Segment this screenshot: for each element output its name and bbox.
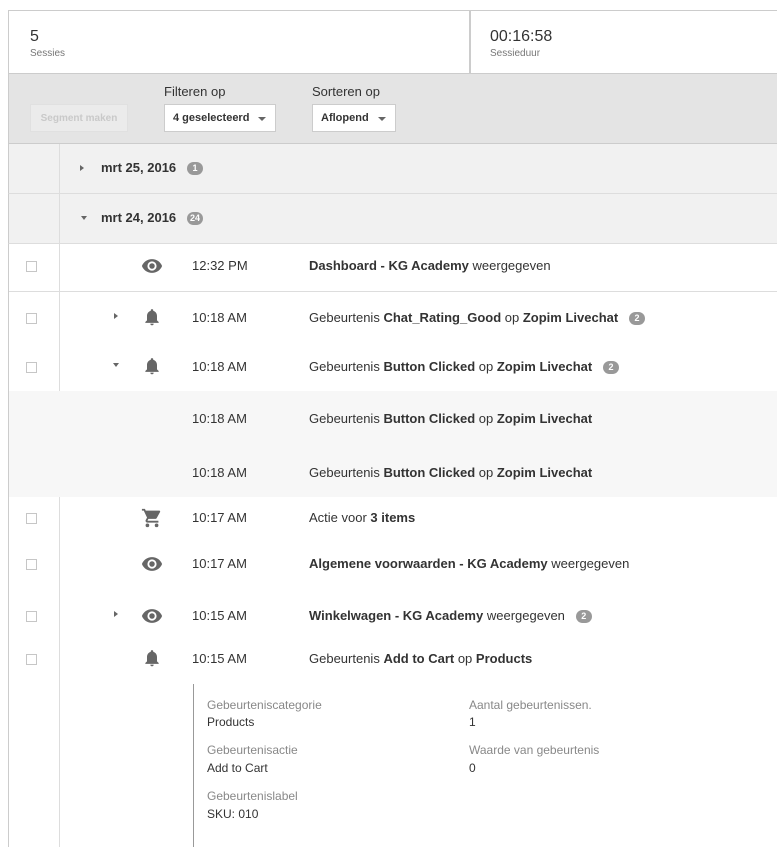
event-description: Gebeurtenis Chat_Rating_Good op Zopim Li… xyxy=(309,310,646,326)
detail-label: Gebeurteniscategorie xyxy=(207,698,322,712)
row-checkbox[interactable] xyxy=(26,362,37,373)
event-description: Gebeurtenis Button Clicked op Zopim Live… xyxy=(309,465,593,480)
event-time: 10:18 AM xyxy=(192,359,247,374)
count-badge: 1 xyxy=(187,162,204,176)
event-time: 12:32 PM xyxy=(192,258,248,273)
stat-sessions-value: 5 xyxy=(30,28,39,45)
event-description: Actie voor 3 items xyxy=(309,510,416,525)
stat-duration-value: 00:16:58 xyxy=(490,28,553,45)
sub-events-group xyxy=(9,391,777,497)
event-detail-line xyxy=(193,684,194,847)
collapse-arrow-icon[interactable] xyxy=(113,363,119,367)
eye-icon xyxy=(141,605,163,632)
cart-icon xyxy=(141,507,163,534)
sort-dropdown[interactable]: Aflopend xyxy=(312,104,396,132)
filter-dropdown[interactable]: 4 geselecteerd xyxy=(164,104,276,132)
row-checkbox[interactable] xyxy=(26,261,37,272)
count-badge: 2 xyxy=(603,361,620,375)
row-checkbox[interactable] xyxy=(26,611,37,622)
detail-value: Products xyxy=(207,715,255,729)
controls-bar: Segment maken Filteren op 4 geselecteerd… xyxy=(8,74,777,144)
event-time: 10:15 AM xyxy=(192,608,247,623)
event-description: Dashboard - KG Academy weergegeven xyxy=(309,258,551,273)
detail-label: Waarde van gebeurtenis xyxy=(469,743,600,757)
date-row[interactable]: mrt 24, 2016 24 xyxy=(8,194,777,244)
event-description: Gebeurtenis Button Clicked op Zopim Live… xyxy=(309,411,593,426)
stat-duration-label: Sessieduur xyxy=(490,48,541,59)
date-label: mrt 25, 2016 1 xyxy=(101,160,204,176)
detail-value: SKU: 010 xyxy=(207,807,259,821)
segment-button[interactable]: Segment maken xyxy=(30,104,128,132)
chevron-down-icon xyxy=(258,117,266,121)
filter-label: Filteren op xyxy=(164,84,226,99)
event-time: 10:17 AM xyxy=(192,510,247,525)
chevron-down-icon xyxy=(378,117,386,121)
expand-arrow-icon[interactable] xyxy=(114,611,118,617)
detail-label: Aantal gebeurtenissen. xyxy=(469,698,592,712)
eye-icon xyxy=(141,255,163,282)
event-time: 10:15 AM xyxy=(192,651,247,666)
date-label: mrt 24, 2016 24 xyxy=(101,210,204,226)
count-badge: 24 xyxy=(187,212,204,226)
row-checkbox[interactable] xyxy=(26,313,37,324)
stat-sessions-label: Sessies xyxy=(30,48,66,59)
event-time: 10:17 AM xyxy=(192,556,247,571)
sort-dropdown-value: Aflopend xyxy=(321,112,369,124)
event-time: 10:18 AM xyxy=(192,411,247,426)
sort-label: Sorteren op xyxy=(312,84,380,99)
count-badge: 2 xyxy=(629,312,646,326)
bell-icon xyxy=(142,648,162,673)
expand-arrow-icon[interactable] xyxy=(80,165,84,171)
row-checkbox[interactable] xyxy=(26,654,37,665)
row-divider xyxy=(9,291,777,292)
event-description: Gebeurtenis Button Clicked op Zopim Live… xyxy=(309,359,620,375)
detail-value: Add to Cart xyxy=(207,761,268,775)
event-description: Winkelwagen - KG Academy weergegeven 2 xyxy=(309,608,592,624)
event-time: 10:18 AM xyxy=(192,465,247,480)
bell-icon xyxy=(142,356,162,381)
collapse-arrow-icon[interactable] xyxy=(81,216,87,220)
detail-value: 0 xyxy=(469,761,476,775)
detail-label: Gebeurtenislabel xyxy=(207,789,298,803)
date-row[interactable]: mrt 25, 2016 1 xyxy=(8,144,777,194)
event-time: 10:18 AM xyxy=(192,310,247,325)
row-checkbox[interactable] xyxy=(26,513,37,524)
detail-label: Gebeurtenisactie xyxy=(207,743,298,757)
stat-divider xyxy=(469,11,471,74)
expand-arrow-icon[interactable] xyxy=(114,313,118,319)
row-checkbox[interactable] xyxy=(26,559,37,570)
detail-value: 1 xyxy=(469,715,476,729)
event-description: Algemene voorwaarden - KG Academy weerge… xyxy=(309,556,630,571)
count-badge: 2 xyxy=(575,610,592,624)
eye-icon xyxy=(141,553,163,580)
filter-dropdown-value: 4 geselecteerd xyxy=(173,112,250,124)
stats-bar: 5 Sessies 00:16:58 Sessieduur xyxy=(8,10,777,74)
event-description: Gebeurtenis Add to Cart op Products xyxy=(309,651,533,666)
bell-icon xyxy=(142,307,162,332)
